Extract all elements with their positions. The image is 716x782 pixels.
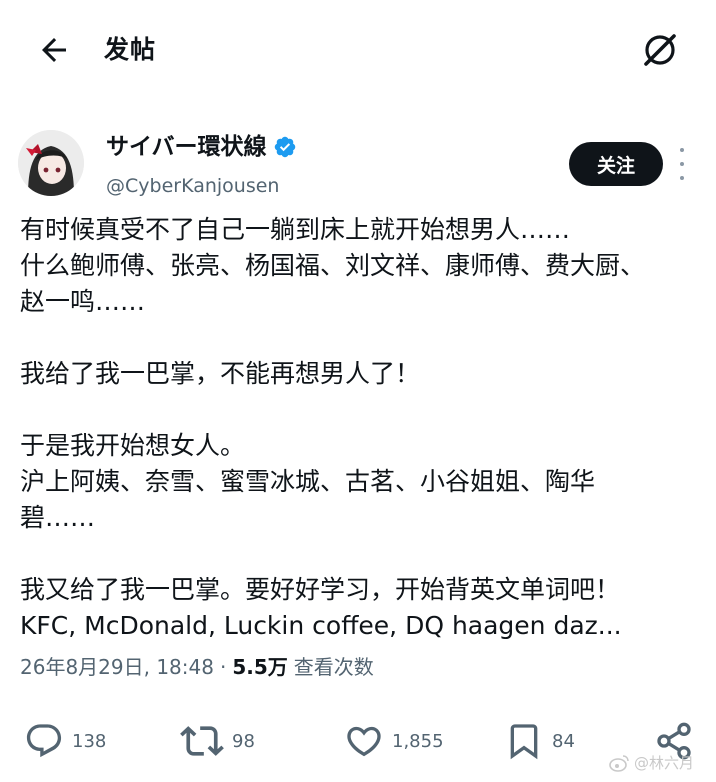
bookmark-count: 84 <box>552 730 575 752</box>
page-title: 发帖 <box>104 35 157 64</box>
tweet-line: 赵一鸣…… <box>20 287 146 316</box>
repost-count: 98 <box>232 730 255 752</box>
author-name-text: サイバー環状線 <box>106 134 267 160</box>
tweet-line: 我又给了我一巴掌。要好好学习，开始背英文单词吧！ <box>20 575 621 604</box>
grok-icon <box>644 34 676 66</box>
tweet-line: 什么鲍师傅、张亮、杨国福、刘文祥、康师傅、费大厨、 <box>20 251 646 280</box>
reply-button[interactable]: 138 <box>24 716 106 766</box>
tweet-line: 我给了我一巴掌，不能再想男人了！ <box>20 359 421 388</box>
tweet-line: 碧…… <box>20 503 96 532</box>
reply-count: 138 <box>72 730 107 752</box>
author-handle[interactable]: @CyberKanjousen <box>106 172 279 200</box>
meta-separator: · <box>219 655 227 679</box>
views-count: 5.5万 <box>232 655 288 679</box>
follow-button[interactable]: 关注 <box>569 142 663 186</box>
repost-icon <box>180 726 224 756</box>
verified-badge-icon <box>273 135 297 159</box>
tweet-detail-page: 发帖 サイバー環状線 @CyberKanjousen 关注 有时候真受不了自己一… <box>0 0 716 782</box>
tweet-line-gap <box>20 392 700 428</box>
reply-icon <box>26 724 62 758</box>
tweet-line: 于是我开始想女人。 <box>20 431 246 460</box>
repost-button[interactable]: 98 <box>180 716 255 766</box>
arrow-left-icon <box>42 38 66 62</box>
watermark: @林六月 <box>608 752 694 773</box>
top-bar: 发帖 <box>0 0 716 100</box>
author-name[interactable]: サイバー環状線 <box>106 130 297 164</box>
heart-icon <box>347 726 381 757</box>
bookmark-button[interactable]: 84 <box>504 716 575 766</box>
like-button[interactable]: 1,855 <box>344 716 444 766</box>
tweet-line-gap <box>20 536 700 572</box>
tweet-meta: 26年8月29日, 18:48 · 5.5万 查看次数 <box>20 652 374 682</box>
grok-button[interactable] <box>638 28 682 72</box>
timestamp[interactable]: 26年8月29日, 18:48 <box>20 652 214 682</box>
watermark-text: @林六月 <box>634 754 695 772</box>
tweet-line: 沪上阿姨、奈雪、蜜雪冰城、古茗、小谷姐姐、陶华 <box>20 467 596 496</box>
like-count: 1,855 <box>392 730 444 752</box>
weibo-icon <box>609 754 629 772</box>
tweet-line: 有时候真受不了自己一躺到床上就开始想男人…… <box>20 215 571 244</box>
avatar[interactable] <box>18 130 84 196</box>
anime-avatar-icon <box>18 130 84 196</box>
back-button[interactable] <box>34 30 74 70</box>
tweet-text: 有时候真受不了自己一躺到床上就开始想男人…… 什么鲍师傅、张亮、杨国福、刘文祥、… <box>20 212 700 644</box>
tweet-line: KFC, McDonald, Luckin coffee, DQ haagen … <box>20 611 622 640</box>
more-options-icon[interactable] <box>674 148 690 180</box>
tweet-line-gap <box>20 320 700 356</box>
views-label: 查看次数 <box>293 655 374 679</box>
bookmark-icon <box>510 724 538 760</box>
